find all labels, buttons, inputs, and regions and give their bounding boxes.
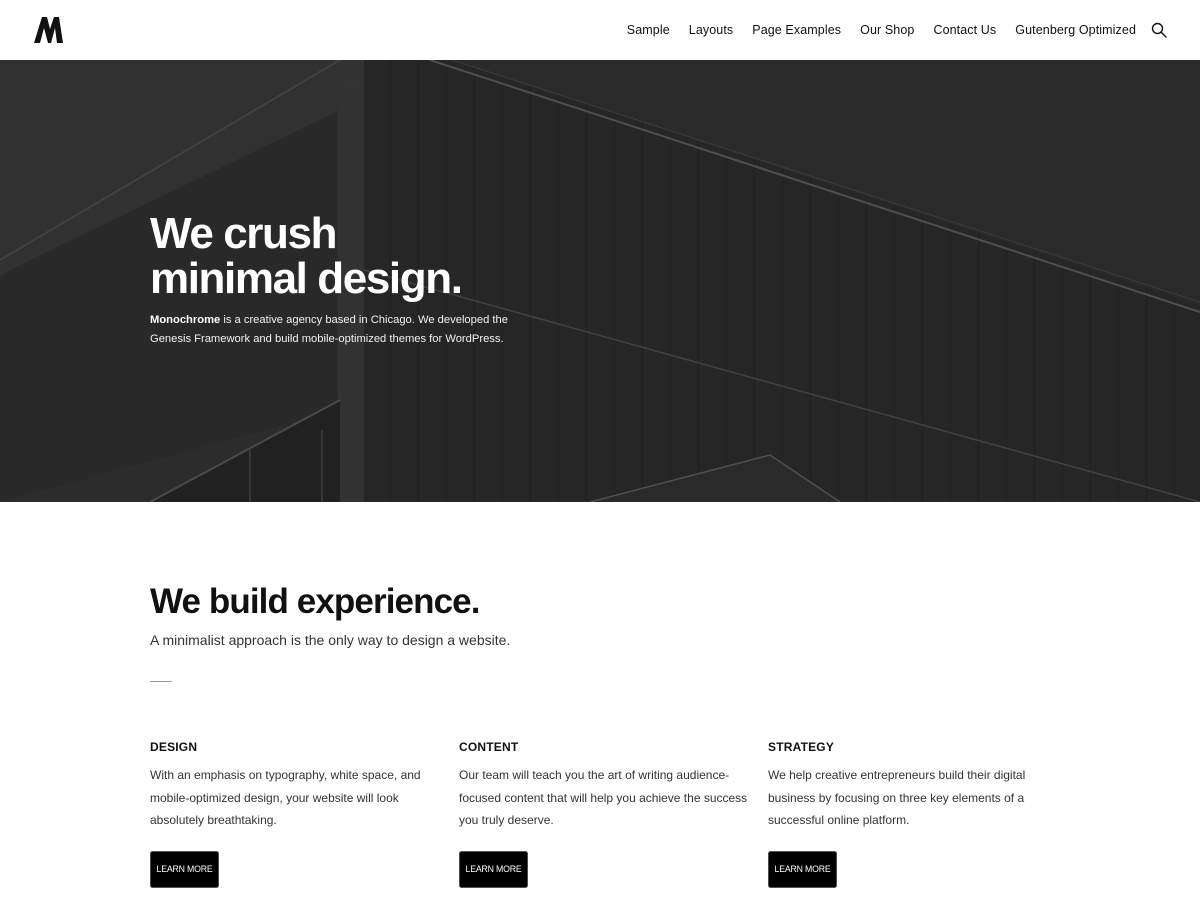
feature-heading: CONTENT bbox=[459, 740, 519, 754]
feature-strategy: STRATEGY We help creative entrepreneurs … bbox=[768, 738, 1058, 888]
nav-item-gutenberg-optimized[interactable]: Gutenberg Optimized bbox=[1015, 23, 1136, 37]
section-subtitle: A minimalist approach is the only way to… bbox=[150, 632, 511, 648]
nav-item-contact-us[interactable]: Contact Us bbox=[933, 23, 996, 37]
learn-more-button[interactable]: LEARN MORE bbox=[150, 851, 219, 888]
feature-text: Our team will teach you the art of writi… bbox=[459, 768, 748, 827]
nav-item-our-shop[interactable]: Our Shop bbox=[860, 23, 914, 37]
nav-item-sample[interactable]: Sample bbox=[627, 23, 670, 37]
logo[interactable] bbox=[34, 17, 64, 43]
hero-title-line-2: minimal design. bbox=[150, 254, 463, 303]
learn-more-button[interactable]: LEARN MORE bbox=[459, 851, 528, 888]
hero-title-line-1: We crush bbox=[150, 209, 337, 258]
hero-description: Monochrome is a creative agency based in… bbox=[150, 311, 510, 349]
section-title: We build experience. bbox=[150, 582, 480, 621]
main-nav: Sample Layouts Page Examples Our Shop Co… bbox=[608, 0, 1167, 60]
divider bbox=[150, 681, 172, 682]
feature-content: CONTENT Our team will teach you the art … bbox=[459, 738, 749, 888]
feature-design: DESIGN With an emphasis on typography, w… bbox=[150, 738, 440, 888]
nav-item-layouts[interactable]: Layouts bbox=[689, 23, 733, 37]
feature-text: With an emphasis on typography, white sp… bbox=[150, 768, 421, 827]
nav-item-page-examples[interactable]: Page Examples bbox=[752, 23, 841, 37]
feature-heading: DESIGN bbox=[150, 740, 198, 754]
hero-brand-name: Monochrome bbox=[150, 314, 221, 326]
learn-more-button[interactable]: LEARN MORE bbox=[768, 851, 837, 888]
hero-section: We crush minimal design. Monochrome is a… bbox=[0, 60, 1200, 502]
hero-title: We crush minimal design. bbox=[150, 209, 463, 303]
feature-heading: STRATEGY bbox=[768, 740, 835, 754]
site-header: Sample Layouts Page Examples Our Shop Co… bbox=[0, 0, 1200, 60]
search-icon[interactable] bbox=[1151, 22, 1167, 38]
feature-text: We help creative entrepreneurs build the… bbox=[768, 768, 1026, 827]
